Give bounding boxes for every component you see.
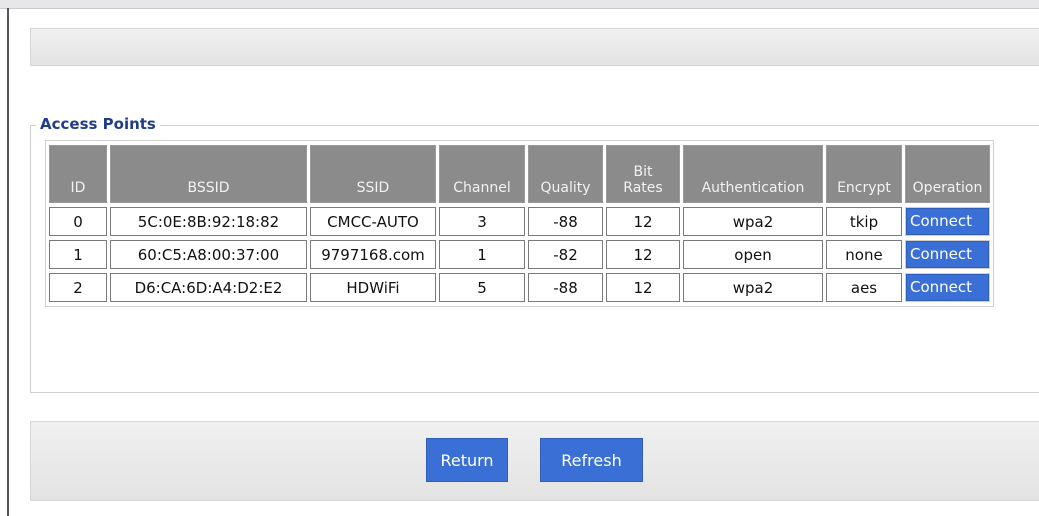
table-row: 0 5C:0E:8B:92:18:82 CMCC-AUTO 3 -88 12 w… — [49, 207, 990, 236]
cell-authentication: open — [683, 240, 823, 269]
cell-bit-rates: 12 — [606, 273, 680, 302]
column-header-quality: Quality — [528, 145, 603, 203]
cell-id: 0 — [49, 207, 107, 236]
cell-operation: Connect — [905, 273, 990, 302]
cell-operation: Connect — [905, 240, 990, 269]
access-points-table: ID BSSID SSID Channel Quality Bit Rates … — [45, 140, 994, 307]
left-frame-edge — [7, 8, 9, 516]
table-header-row: ID BSSID SSID Channel Quality Bit Rates … — [49, 145, 990, 203]
table-row: 1 60:C5:A8:00:37:00 9797168.com 1 -82 12… — [49, 240, 990, 269]
cell-operation: Connect — [905, 207, 990, 236]
column-header-id: ID — [49, 145, 107, 203]
column-header-bit-rates: Bit Rates — [606, 145, 680, 203]
cell-bssid: 60:C5:A8:00:37:00 — [110, 240, 307, 269]
column-header-authentication: Authentication — [683, 145, 823, 203]
top-toolbar — [30, 28, 1039, 66]
connect-button[interactable]: Connect — [906, 208, 989, 235]
cell-ssid: 9797168.com — [310, 240, 436, 269]
cell-encrypt: aes — [826, 273, 902, 302]
cell-channel: 5 — [439, 273, 525, 302]
connect-button[interactable]: Connect — [906, 274, 989, 301]
table-row: 2 D6:CA:6D:A4:D2:E2 HDWiFi 5 -88 12 wpa2… — [49, 273, 990, 302]
cell-quality: -88 — [528, 273, 603, 302]
cell-authentication: wpa2 — [683, 273, 823, 302]
cell-id: 2 — [49, 273, 107, 302]
column-header-operation: Operation — [905, 145, 990, 203]
cell-channel: 3 — [439, 207, 525, 236]
bottom-action-bar — [30, 421, 1039, 501]
cell-quality: -88 — [528, 207, 603, 236]
cell-encrypt: tkip — [826, 207, 902, 236]
column-header-channel: Channel — [439, 145, 525, 203]
refresh-button[interactable]: Refresh — [540, 438, 643, 482]
access-points-legend: Access Points — [36, 114, 160, 134]
cell-channel: 1 — [439, 240, 525, 269]
column-header-encrypt: Encrypt — [826, 145, 902, 203]
cell-bssid: D6:CA:6D:A4:D2:E2 — [110, 273, 307, 302]
cell-bit-rates: 12 — [606, 207, 680, 236]
column-header-bssid: BSSID — [110, 145, 307, 203]
column-header-ssid: SSID — [310, 145, 436, 203]
cell-bssid: 5C:0E:8B:92:18:82 — [110, 207, 307, 236]
top-frame-edge — [0, 0, 1039, 9]
cell-id: 1 — [49, 240, 107, 269]
cell-ssid: HDWiFi — [310, 273, 436, 302]
column-header-bit-rates-label: Bit Rates — [623, 164, 663, 196]
cell-ssid: CMCC-AUTO — [310, 207, 436, 236]
cell-bit-rates: 12 — [606, 240, 680, 269]
cell-encrypt: none — [826, 240, 902, 269]
cell-quality: -82 — [528, 240, 603, 269]
cell-authentication: wpa2 — [683, 207, 823, 236]
return-button[interactable]: Return — [426, 438, 508, 482]
connect-button[interactable]: Connect — [906, 241, 989, 268]
page: Access Points ID BSSID SSID Channel Qual… — [0, 0, 1039, 516]
